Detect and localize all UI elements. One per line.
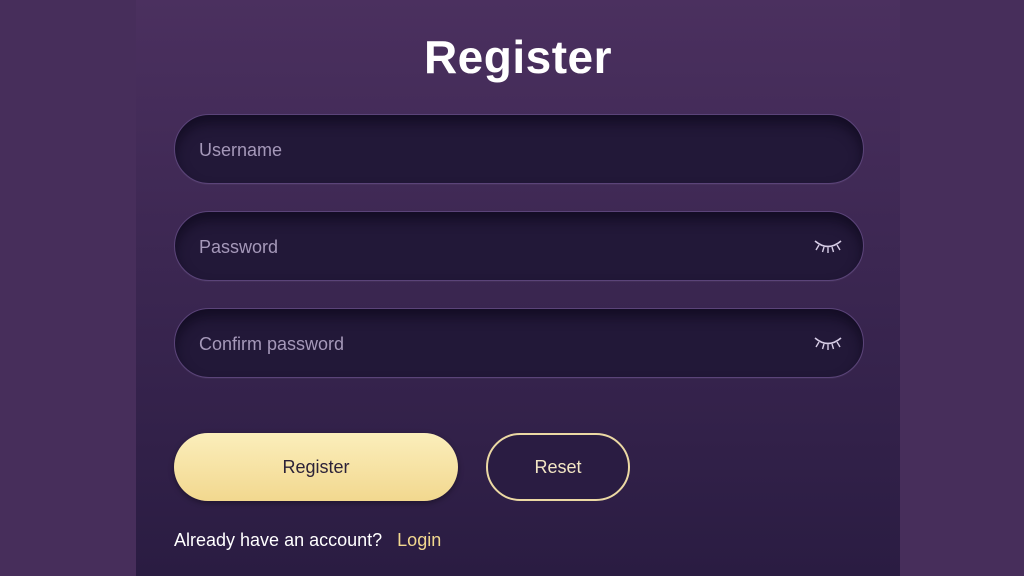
confirm-password-input[interactable]: [197, 309, 801, 379]
username-field[interactable]: [174, 114, 864, 185]
login-link[interactable]: Login: [397, 530, 441, 550]
login-prompt-text: Already have an account?: [174, 530, 383, 550]
confirm-password-field[interactable]: [174, 308, 864, 379]
username-input[interactable]: [197, 115, 801, 185]
register-panel: Register Register Reset Alread: [136, 0, 900, 576]
register-button[interactable]: Register: [174, 433, 458, 501]
eye-closed-icon[interactable]: [813, 236, 843, 256]
eye-closed-icon[interactable]: [813, 333, 843, 353]
page-title: Register: [423, 31, 613, 83]
reset-button[interactable]: Reset: [486, 433, 630, 501]
password-field[interactable]: [174, 211, 864, 282]
register-button-label: Register: [282, 456, 350, 477]
reset-button-label: Reset: [534, 456, 582, 477]
password-input[interactable]: [197, 212, 801, 282]
login-prompt: Already have an account? Login: [174, 530, 441, 551]
